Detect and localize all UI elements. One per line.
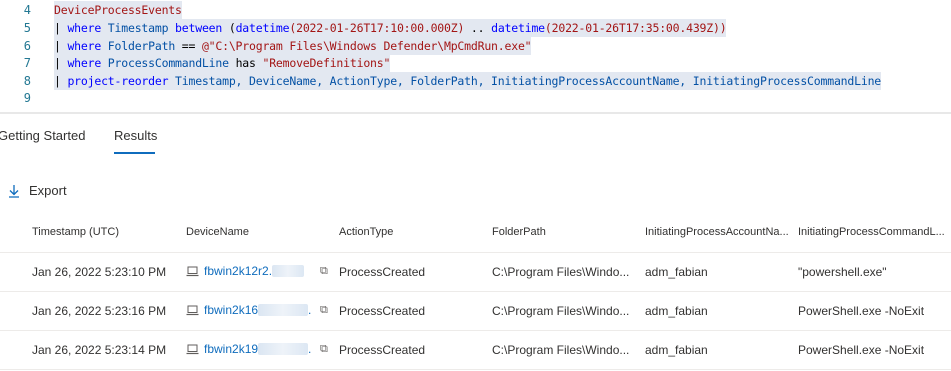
cell-account: adm_fabian [645, 304, 708, 318]
device-name[interactable]: fbwin2k19 [204, 342, 258, 356]
cell-actiontype: ProcessCreated [339, 265, 426, 279]
code-token: | [54, 39, 68, 53]
tab-getting-started[interactable]: Getting Started [0, 128, 85, 143]
device-name[interactable]: fbwin2k16 [204, 303, 258, 317]
code-token: (2022-01-26T17:35:00.439Z)) [544, 21, 727, 35]
code-text[interactable]: | where Timestamp between (datetime(2022… [54, 19, 727, 37]
cell-account: adm_fabian [645, 343, 708, 357]
tab-results[interactable]: Results [114, 128, 157, 143]
code-line-6[interactable]: 6 | where FolderPath == @"C:\Program Fil… [0, 37, 951, 55]
code-token: | [54, 74, 68, 88]
code-line-4[interactable]: 4 DeviceProcessEvents [0, 1, 951, 19]
code-token: datetime [491, 21, 545, 35]
device-name-suffix: . [308, 342, 312, 356]
code-line-7[interactable]: 7 | where ProcessCommandLine has "Remove… [0, 54, 951, 72]
code-token: "RemoveDefinitions" [262, 56, 391, 70]
row-divider [0, 252, 951, 253]
column-header-account[interactable]: InitiatingProcessAccountNa... [645, 226, 789, 238]
line-number: 6 [23, 39, 31, 53]
row-divider [0, 369, 951, 370]
row-divider [0, 291, 951, 292]
open-in-new-icon[interactable]: ⧉ [320, 265, 328, 278]
code-token: | [54, 56, 68, 70]
column-header-devicename[interactable]: DeviceName [186, 226, 249, 238]
code-token: .. [464, 21, 492, 35]
line-number: 5 [23, 21, 31, 35]
code-token: between [175, 21, 223, 35]
cell-actiontype: ProcessCreated [339, 343, 426, 357]
line-number: 4 [23, 3, 31, 17]
cell-folderpath: C:\Program Files\Windo... [492, 265, 630, 279]
code-line-9[interactable]: 9 [0, 89, 951, 107]
code-line-5[interactable]: 5 | where Timestamp between (datetime(20… [0, 19, 951, 37]
cell-folderpath: C:\Program Files\Windo... [492, 343, 630, 357]
cell-timestamp: Jan 26, 2022 5:23:14 PM [32, 343, 167, 357]
code-text[interactable]: DeviceProcessEvents [54, 1, 182, 19]
code-token: ProcessCommandLine [101, 56, 236, 70]
code-token: has [235, 56, 263, 70]
code-text[interactable]: | where FolderPath == @"C:\Program Files… [54, 37, 532, 55]
code-token: == [181, 39, 202, 53]
code-token: datetime [235, 21, 290, 35]
device-link[interactable]: fbwin2k12r2. [186, 264, 305, 278]
cell-actiontype: ProcessCreated [339, 304, 426, 318]
code-token: (2022-01-26T17:10:00.000Z) [289, 21, 465, 35]
laptop-icon [186, 305, 199, 315]
cell-commandline: "powershell.exe" [798, 265, 887, 279]
code-line-8[interactable]: 8 | project-reorder Timestamp, DeviceNam… [0, 72, 951, 90]
code-token: where [67, 56, 102, 70]
code-text[interactable]: | where ProcessCommandLine has "RemoveDe… [54, 54, 390, 72]
line-number: 8 [23, 74, 31, 88]
download-icon [9, 184, 19, 198]
code-token: Timestamp, DeviceName, ActionType, Folde… [168, 74, 882, 88]
code-token: ( [222, 21, 236, 35]
line-number: 9 [23, 91, 31, 105]
cell-account: adm_fabian [645, 265, 708, 279]
editor-divider [0, 112, 951, 114]
laptop-icon [186, 266, 199, 276]
code-token: @"C:\Program Files\Windows Defender\MpCm… [201, 39, 532, 53]
device-link[interactable]: fbwin2k19 . [186, 342, 311, 356]
code-token: where [67, 21, 102, 35]
redacted-text [258, 343, 309, 355]
open-in-new-icon[interactable]: ⧉ [320, 304, 328, 317]
cell-timestamp: Jan 26, 2022 5:23:10 PM [32, 265, 167, 279]
cell-commandline: PowerShell.exe -NoExit [798, 343, 925, 357]
active-tab-indicator [114, 152, 155, 154]
code-token: project-reorder [67, 74, 169, 88]
code-token: FolderPath [101, 39, 182, 53]
column-header-folderpath[interactable]: FolderPath [492, 226, 546, 238]
query-editor[interactable]: 4 DeviceProcessEvents 5 | where Timestam… [0, 0, 951, 112]
laptop-icon [186, 344, 199, 354]
code-text[interactable]: | project-reorder Timestamp, DeviceName,… [54, 72, 881, 90]
redacted-text [272, 265, 305, 277]
redacted-text [258, 304, 309, 316]
cell-commandline: PowerShell.exe -NoExit [798, 304, 925, 318]
row-divider [0, 330, 951, 331]
column-header-timestamp[interactable]: Timestamp (UTC) [32, 226, 119, 238]
export-label: Export [29, 183, 67, 198]
cell-timestamp: Jan 26, 2022 5:23:16 PM [32, 304, 167, 318]
device-name-suffix: . [308, 303, 312, 317]
cell-folderpath: C:\Program Files\Windo... [492, 304, 630, 318]
device-link[interactable]: fbwin2k16 . [186, 303, 311, 317]
code-token: where [67, 39, 102, 53]
column-header-actiontype[interactable]: ActionType [339, 226, 393, 238]
code-token: | [54, 21, 68, 35]
code-token: Timestamp [101, 21, 176, 35]
line-number: 7 [23, 56, 31, 70]
device-name[interactable]: fbwin2k12r2. [204, 264, 272, 278]
export-button[interactable]: Export [8, 183, 67, 198]
open-in-new-icon[interactable]: ⧉ [320, 343, 328, 356]
code-token: DeviceProcessEvents [54, 3, 182, 17]
column-header-commandline[interactable]: InitiatingProcessCommandL... [798, 226, 945, 238]
